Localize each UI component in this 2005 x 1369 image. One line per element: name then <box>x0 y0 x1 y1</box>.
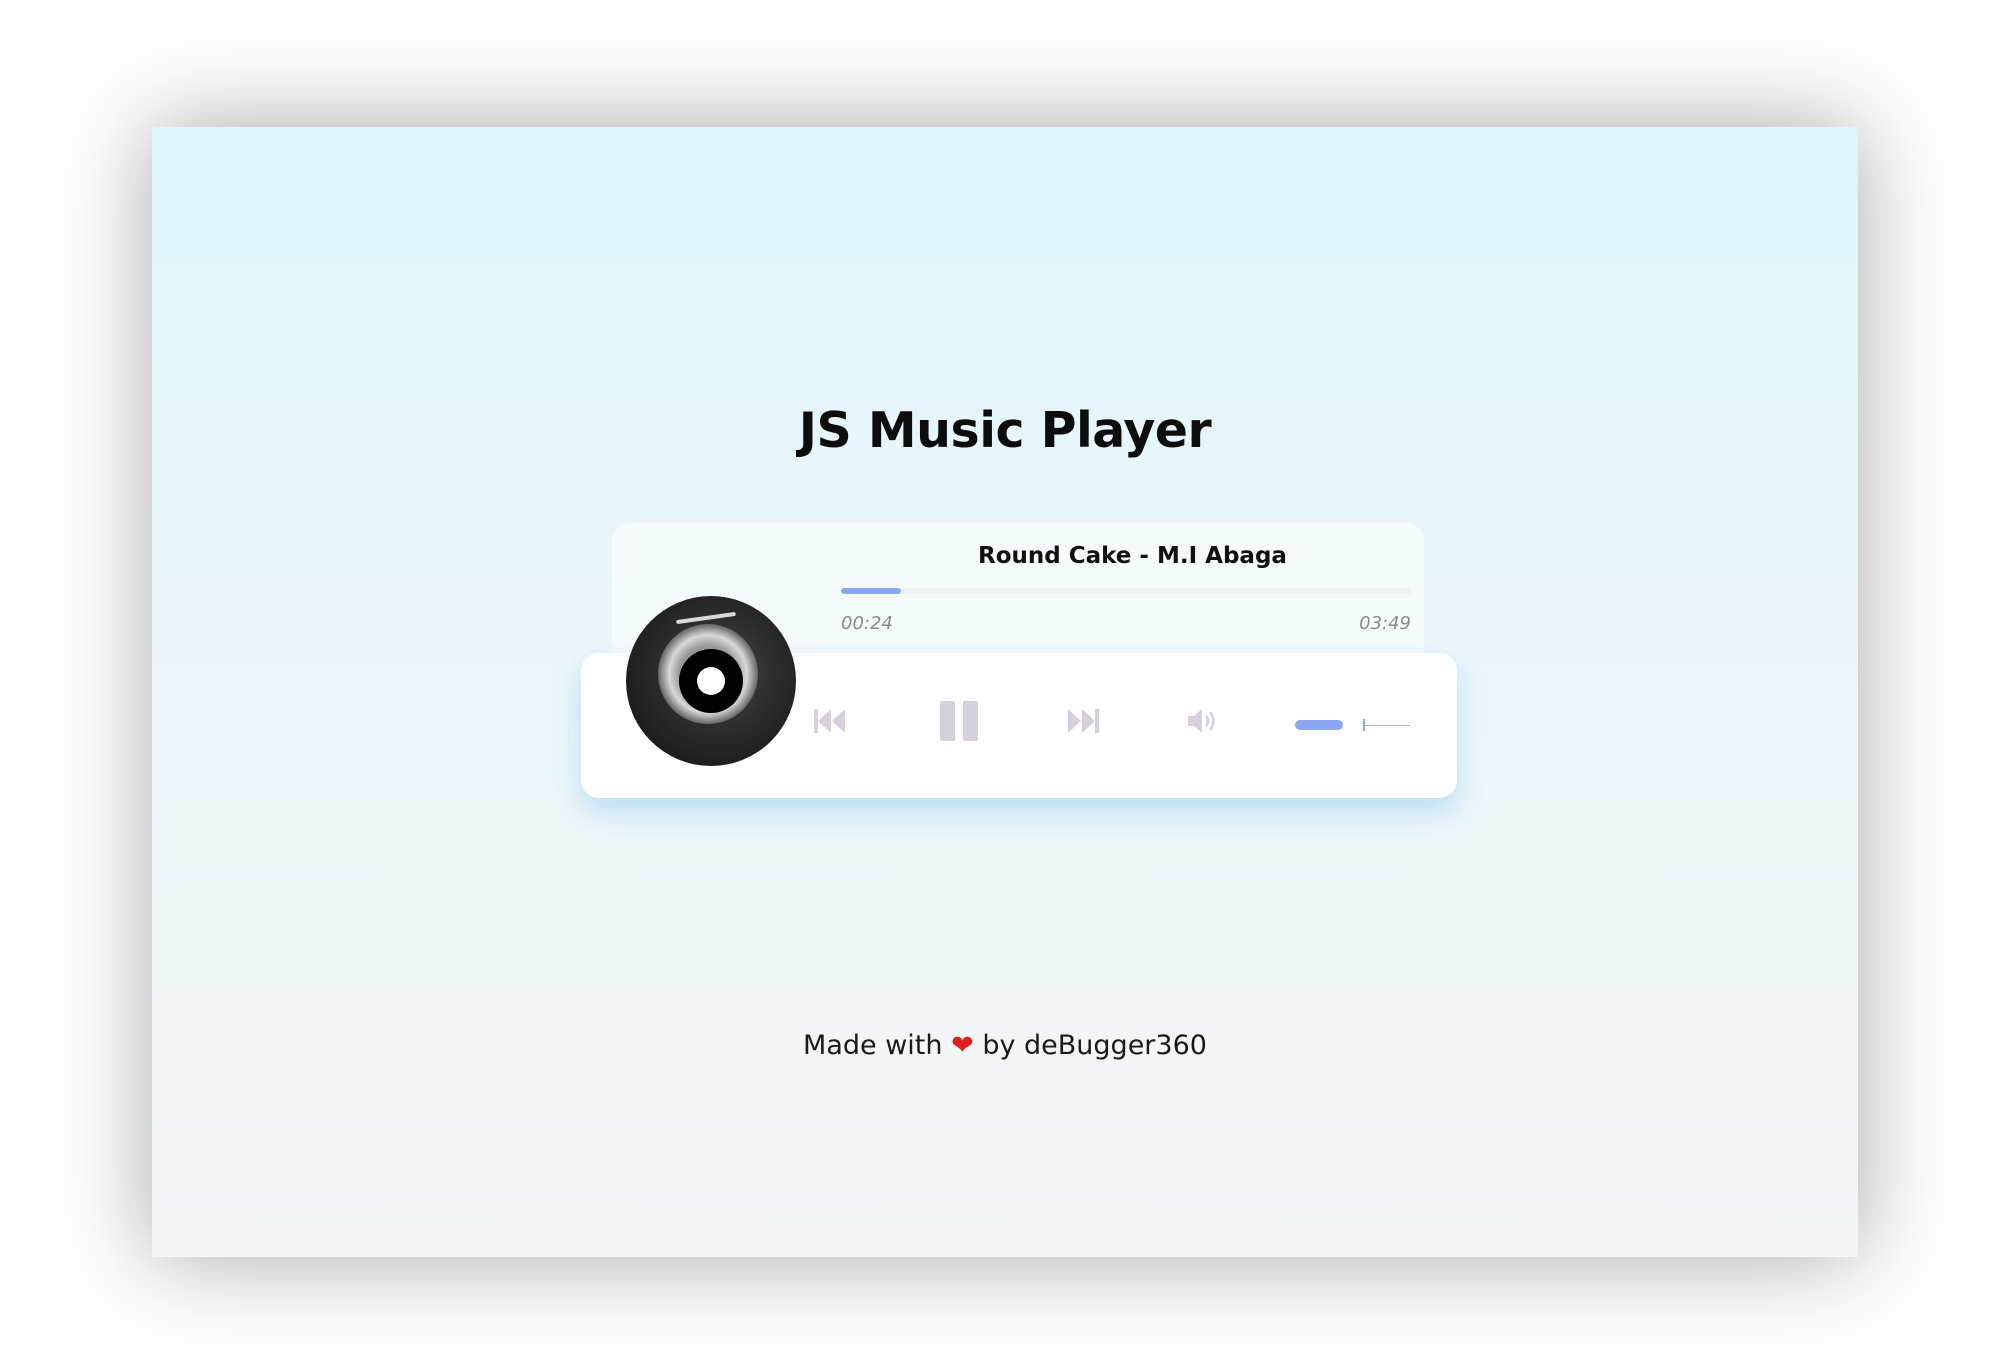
previous-button[interactable] <box>810 701 850 741</box>
album-art-detail <box>676 611 736 625</box>
footer-prefix: Made with <box>803 1030 943 1061</box>
album-art <box>626 596 796 766</box>
skip-forward-icon <box>1068 709 1099 733</box>
volume-track <box>1363 725 1410 726</box>
pause-button[interactable] <box>934 696 984 746</box>
track-title: Round Cake - M.I Abaga <box>978 543 1287 569</box>
progress-fill <box>841 588 901 594</box>
volume-slider[interactable] <box>1295 719 1410 731</box>
footer: Made with ❤ by deBugger360 <box>152 1030 1858 1061</box>
page-title: JS Music Player <box>798 402 1212 459</box>
progress-bar[interactable] <box>841 588 1411 594</box>
pause-icon <box>940 701 978 741</box>
music-player: Round Cake - M.I Abaga 00:24 03:49 <box>581 523 1457 798</box>
app-window: JS Music Player Round Cake - M.I Abaga 0… <box>152 127 1858 1257</box>
current-time: 00:24 <box>841 613 893 634</box>
heart-icon: ❤ <box>951 1030 974 1061</box>
volume-button[interactable] <box>1185 703 1221 739</box>
volume-fill <box>1295 720 1343 730</box>
next-button[interactable] <box>1063 701 1103 741</box>
skip-back-icon <box>814 709 845 733</box>
volume-thumb[interactable] <box>1363 719 1365 731</box>
total-time: 03:49 <box>1359 613 1411 634</box>
footer-suffix: by deBugger360 <box>982 1030 1207 1061</box>
volume-icon <box>1188 709 1215 733</box>
album-center-hole <box>697 667 725 695</box>
